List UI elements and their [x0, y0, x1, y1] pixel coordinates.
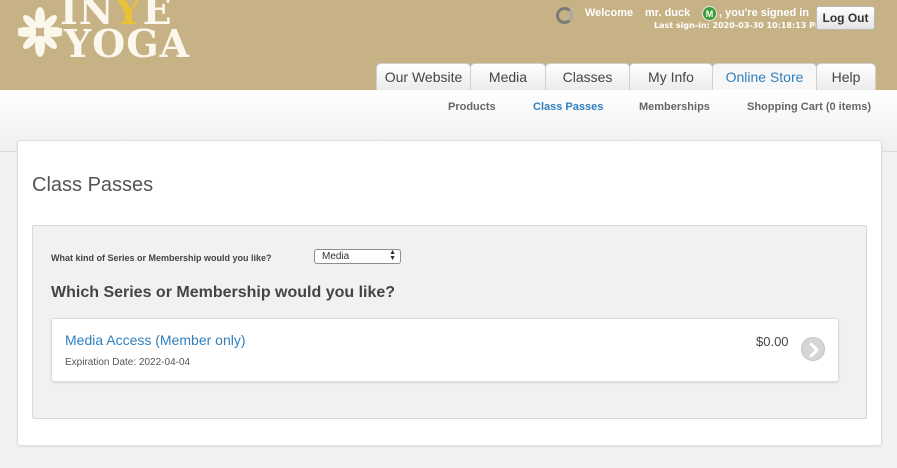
tab-my-info[interactable]: My Info — [629, 63, 713, 90]
subnav-memberships[interactable]: Memberships — [639, 101, 710, 113]
loading-spinner-icon — [556, 7, 573, 24]
tab-media[interactable]: Media — [470, 63, 546, 90]
tab-online-store[interactable]: Online Store — [712, 63, 817, 91]
list-item[interactable]: Media Access (Member only) Expiration Da… — [51, 318, 839, 382]
signed-in-text: , you're signed in — [719, 7, 810, 19]
item-expiration: Expiration Date: 2022-04-04 — [65, 357, 191, 368]
which-series-heading: Which Series or Membership would you lik… — [51, 284, 396, 301]
logout-button[interactable]: Log Out — [816, 6, 875, 30]
chevron-right-icon[interactable] — [801, 337, 825, 361]
tab-our-website[interactable]: Our Website — [376, 63, 471, 90]
subnav-class-passes[interactable]: Class Passes — [533, 101, 603, 113]
item-title-link[interactable]: Media Access (Member only) — [65, 332, 246, 348]
last-signin-text: Last sign-in: 2020-03-30 10:18:13 PM — [654, 21, 823, 30]
page-title: Class Passes — [32, 174, 154, 196]
main-tabs: Our Website Media Classes My Info Online… — [376, 63, 876, 91]
subnav-products[interactable]: Products — [448, 101, 496, 113]
logo-wordmark: INYE YOGA — [60, 0, 191, 66]
inye-yoga-logo[interactable]: INYE YOGA — [14, 0, 189, 66]
series-type-selected-value: Media — [322, 251, 350, 262]
series-type-label: What kind of Series or Membership would … — [51, 253, 272, 263]
welcome-text: Welcome — [585, 7, 634, 19]
member-badge: M — [702, 6, 717, 21]
tab-classes[interactable]: Classes — [545, 63, 630, 90]
header-bar: INYE YOGA Welcome mr. duck M , you're si… — [0, 0, 897, 91]
logo-line2: YOGA — [64, 21, 191, 66]
select-arrows-icon: ▲ ▼ — [389, 249, 396, 262]
tab-help[interactable]: Help — [816, 63, 876, 90]
username-link[interactable]: mr. duck — [645, 7, 690, 19]
series-type-select[interactable]: Media ▲ ▼ — [314, 249, 401, 264]
content-card: Class Passes What kind of Series or Memb… — [17, 140, 882, 446]
selection-panel: What kind of Series or Membership would … — [32, 225, 867, 419]
item-price: $0.00 — [756, 334, 789, 349]
subnav-shopping-cart[interactable]: Shopping Cart (0 items) — [747, 101, 871, 113]
lotus-flower-icon — [18, 7, 62, 57]
